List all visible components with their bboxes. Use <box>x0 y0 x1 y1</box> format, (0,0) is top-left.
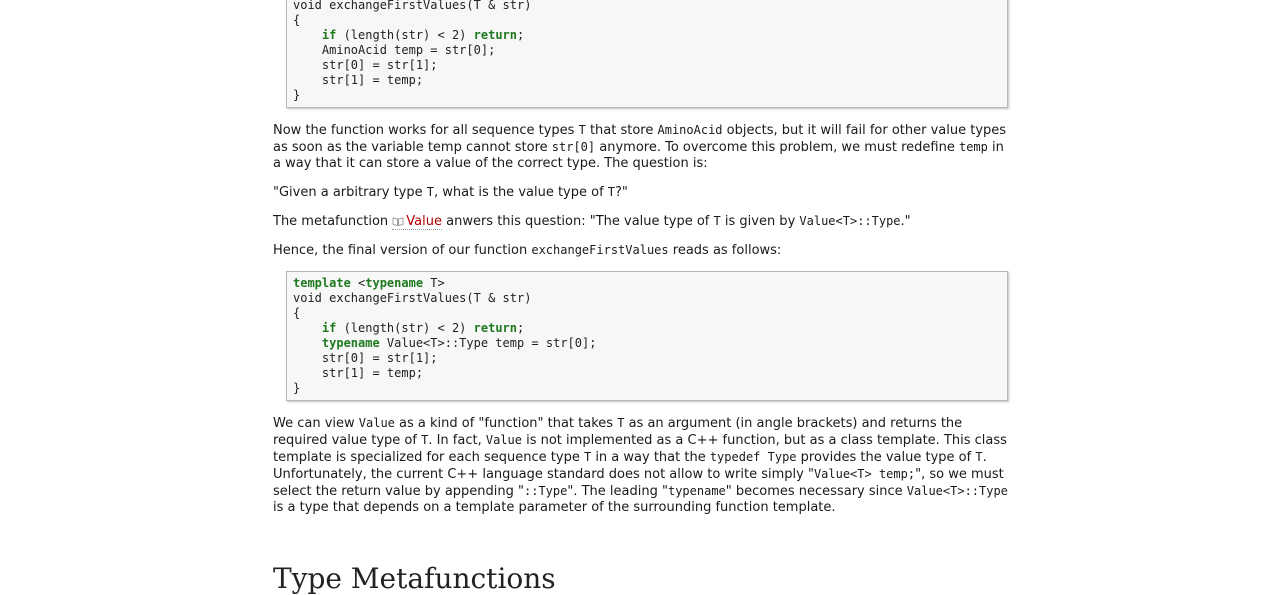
paragraph: Hence, the final version of our function… <box>273 243 782 258</box>
code-line: Value<T>::Type temp = str[0]; <box>379 336 597 350</box>
paragraph: The metafunction Value anwers this quest… <box>273 214 911 230</box>
code-line: ; <box>517 28 525 42</box>
code-keyword: if <box>321 28 337 42</box>
code-keyword: typename <box>321 336 380 350</box>
paragraph: "Given a arbitrary type T, what is the v… <box>273 185 628 200</box>
code-line: } <box>293 88 301 102</box>
code-line: } <box>293 381 301 395</box>
code-keyword: template <box>293 276 351 290</box>
code-keyword: typename <box>365 276 424 290</box>
code-line: { <box>293 13 301 27</box>
code-keyword: return <box>473 321 517 335</box>
code-line: str[1] = temp; <box>321 73 424 87</box>
code-line: < <box>350 276 366 290</box>
code-block-1: void exchangeFirstValues(T & str) { if (… <box>286 0 1008 108</box>
code-line: void exchangeFirstValues(T & str) <box>293 0 532 12</box>
paragraph: We can view Value as a kind of "function… <box>273 416 1008 515</box>
code-keyword: return <box>473 28 517 42</box>
document-content: void exchangeFirstValues(T & str) { if (… <box>273 0 1013 516</box>
code-line: T> <box>423 276 445 290</box>
code-block-2: template <typename T> void exchangeFirst… <box>286 271 1008 401</box>
code-line: (length(str) < 2) <box>336 321 474 335</box>
code-line: void exchangeFirstValues(T & str) <box>293 291 532 305</box>
code-line: (length(str) < 2) <box>336 28 474 42</box>
code-line: str[1] = temp; <box>321 366 424 380</box>
code-line: str[0] = str[1]; <box>321 58 438 72</box>
section-heading: Type Metafunctions <box>273 562 556 595</box>
code-line: ; <box>517 321 525 335</box>
code-line: AminoAcid temp = str[0]; <box>321 43 496 57</box>
code-keyword: if <box>321 321 337 335</box>
paragraph: Now the function works for all sequence … <box>273 123 1007 171</box>
code-line: { <box>293 306 301 320</box>
book-icon <box>392 217 404 226</box>
code-line: str[0] = str[1]; <box>321 351 438 365</box>
value-link[interactable]: Value <box>392 214 442 230</box>
